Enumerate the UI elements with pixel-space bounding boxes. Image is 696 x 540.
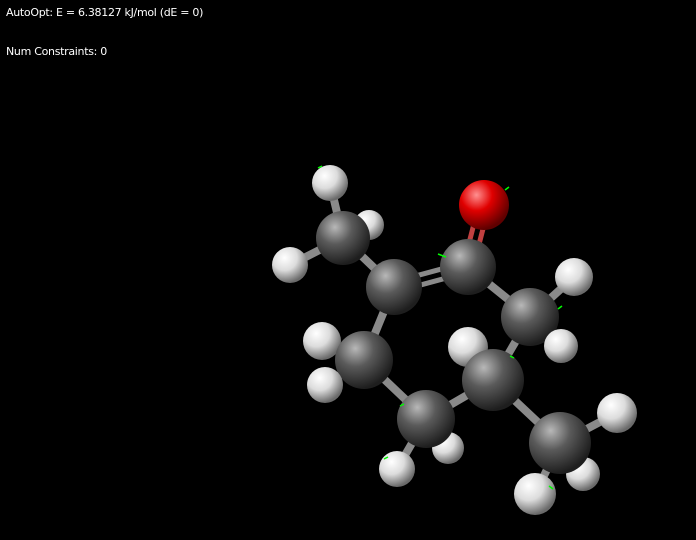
carbon-atom[interactable] <box>335 331 393 389</box>
atoms <box>272 165 637 515</box>
hydrogen-atom[interactable] <box>597 393 637 433</box>
constraints-readout: Num Constraints: 0 <box>6 45 107 58</box>
carbon-atom[interactable] <box>366 259 422 315</box>
carbon-atom[interactable] <box>462 349 524 411</box>
hydrogen-atom[interactable] <box>379 451 415 487</box>
hydrogen-atom[interactable] <box>307 367 343 403</box>
hydrogen-atom[interactable] <box>514 473 556 515</box>
hydrogen-atom[interactable] <box>303 322 341 360</box>
hydrogen-atom[interactable] <box>544 329 578 363</box>
molecule-viewport[interactable] <box>0 0 696 540</box>
force-vector <box>504 186 510 191</box>
carbon-atom[interactable] <box>440 239 496 295</box>
carbon-atom[interactable] <box>529 412 591 474</box>
carbon-atom[interactable] <box>397 390 455 448</box>
carbon-atom[interactable] <box>316 211 370 265</box>
energy-readout: AutoOpt: E = 6.38127 kJ/mol (dE = 0) <box>6 6 204 19</box>
hydrogen-atom[interactable] <box>555 258 593 296</box>
hydrogen-atom[interactable] <box>312 165 348 201</box>
force-vector <box>557 305 563 310</box>
oxygen-atom[interactable] <box>459 180 509 230</box>
hydrogen-atom[interactable] <box>272 247 308 283</box>
